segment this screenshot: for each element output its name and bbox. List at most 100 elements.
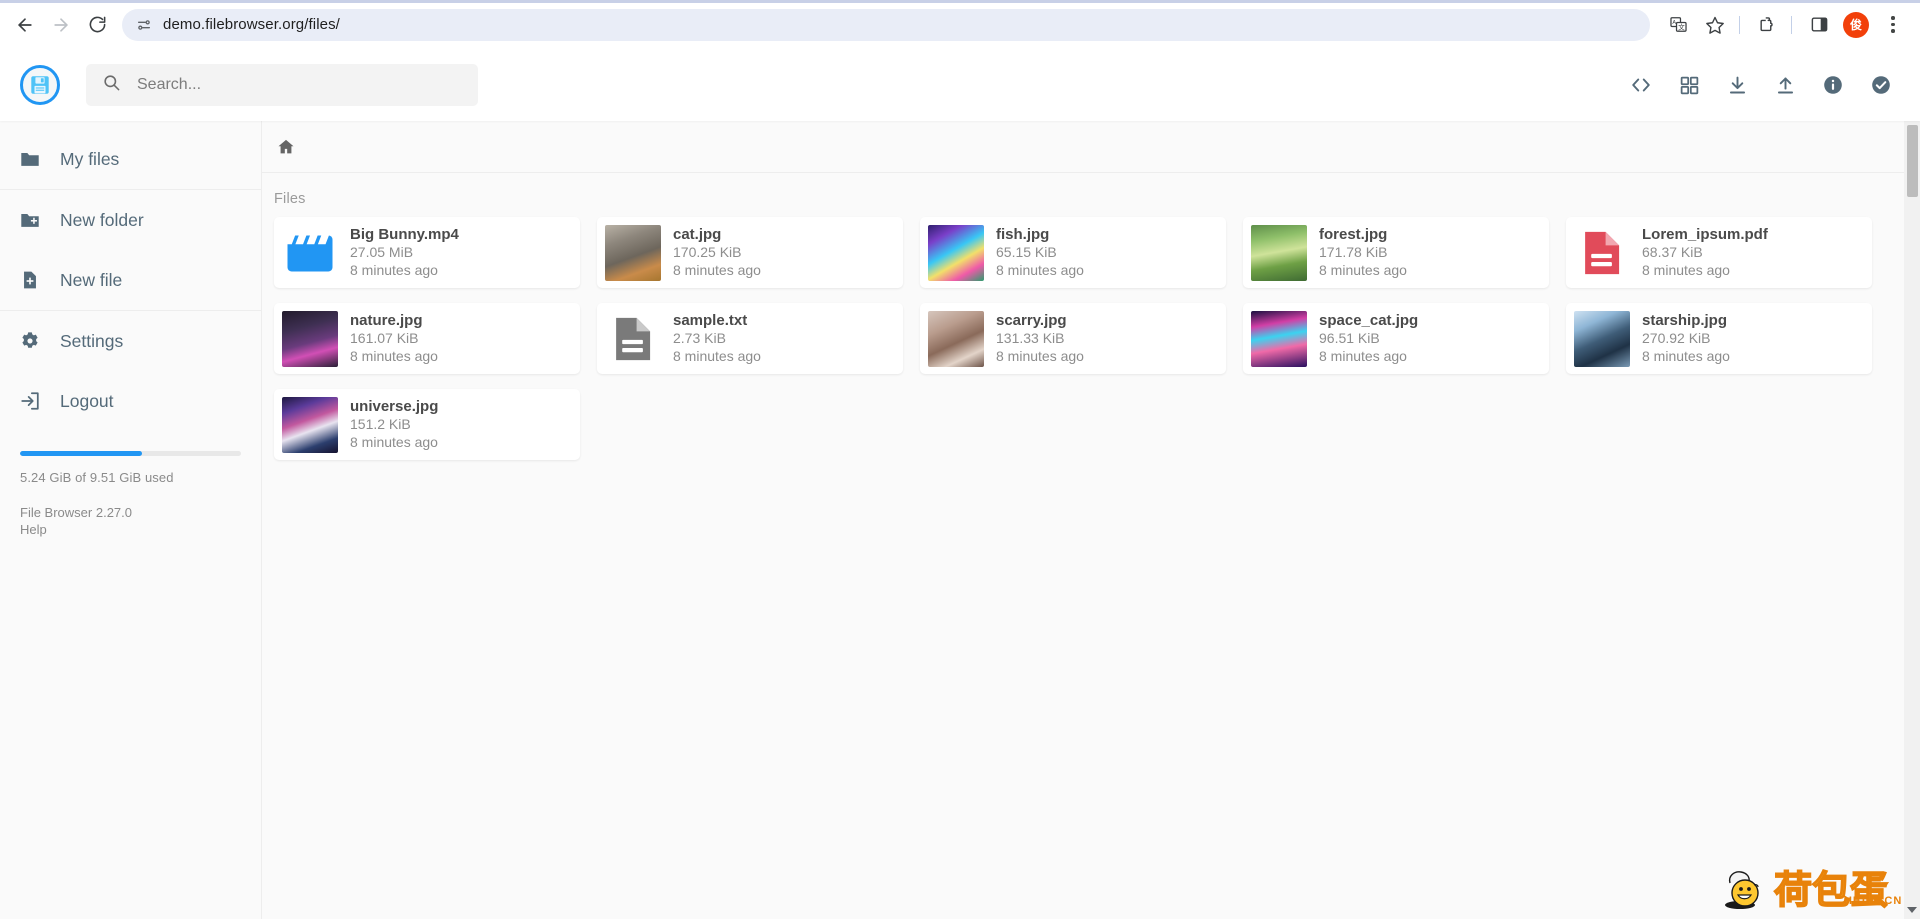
file-size: 27.05 MiB	[350, 244, 414, 261]
app-logo[interactable]	[14, 65, 66, 105]
file-modified-time: 8 minutes ago	[1642, 261, 1730, 278]
file-card[interactable]: forest.jpg 171.78 KiB 8 minutes ago	[1243, 217, 1549, 288]
site-settings-icon[interactable]	[136, 17, 152, 33]
page-scrollbar[interactable]	[1904, 49, 1920, 919]
file-name: scarry.jpg	[996, 311, 1067, 329]
sidebar: My files New folder New file Settings Logout…	[0, 121, 262, 919]
file-card[interactable]: nature.jpg 161.07 KiB 8 minutes ago	[274, 303, 580, 374]
app-body: My files New folder New file Settings Logout…	[0, 121, 1920, 919]
app-version: File Browser 2.27.0	[20, 505, 132, 520]
tab-strip-edge	[0, 0, 1920, 3]
toolbar-divider-2	[1791, 15, 1792, 34]
file-size: 151.2 KiB	[350, 416, 411, 433]
storage-bar-track	[20, 451, 241, 456]
search-placeholder: Search...	[137, 76, 202, 93]
back-arrow-icon[interactable]	[8, 8, 42, 42]
code-view-button[interactable]	[1628, 72, 1654, 98]
home-icon[interactable]	[272, 133, 300, 161]
file-name: Lorem_ipsum.pdf	[1642, 225, 1768, 243]
app-header: Search...	[0, 49, 1920, 121]
file-card[interactable]: Big Bunny.mp4 27.05 MiB 8 minutes ago	[274, 217, 580, 288]
file-name: sample.txt	[673, 311, 748, 329]
storage-usage-text: 5.24 GiB of 9.51 GiB used	[20, 470, 174, 485]
sidebar-item-settings[interactable]: Settings	[0, 311, 261, 371]
toolbar-divider	[1739, 15, 1740, 34]
search-input[interactable]: Search...	[86, 64, 478, 106]
file-card[interactable]: Lorem_ipsum.pdf 68.37 KiB 8 minutes ago	[1566, 217, 1872, 288]
download-icon[interactable]	[1724, 72, 1750, 98]
file-card[interactable]: fish.jpg 65.15 KiB 8 minutes ago	[920, 217, 1226, 288]
file-meta: nature.jpg 161.07 KiB 8 minutes ago	[350, 312, 438, 366]
file-modified-time: 8 minutes ago	[996, 347, 1084, 364]
search-icon	[102, 73, 121, 97]
image-thumbnail	[282, 396, 338, 453]
file-card[interactable]: starship.jpg 270.92 KiB 8 minutes ago	[1566, 303, 1872, 374]
translate-icon[interactable]: 文A	[1661, 8, 1695, 42]
image-thumbnail	[282, 310, 338, 367]
upload-icon[interactable]	[1772, 72, 1798, 98]
file-meta: scarry.jpg 131.33 KiB 8 minutes ago	[996, 312, 1084, 366]
image-thumbnail	[1251, 310, 1307, 367]
pdf-file-icon	[1574, 225, 1630, 281]
gear-icon	[18, 329, 42, 353]
file-modified-time: 8 minutes ago	[350, 261, 438, 278]
avatar[interactable]: 俊	[1839, 8, 1873, 42]
file-modified-time: 8 minutes ago	[1642, 347, 1730, 364]
grid-view-icon[interactable]	[1676, 72, 1702, 98]
file-card[interactable]: universe.jpg 151.2 KiB 8 minutes ago	[274, 389, 580, 460]
help-link[interactable]: Help	[20, 522, 241, 539]
file-name: forest.jpg	[1319, 225, 1388, 243]
file-card[interactable]: cat.jpg 170.25 KiB 8 minutes ago	[597, 217, 903, 288]
info-circle-icon[interactable]	[1820, 72, 1846, 98]
file-plus-icon	[18, 268, 42, 292]
puzzle-icon[interactable]	[1750, 8, 1784, 42]
reload-icon[interactable]	[80, 8, 114, 42]
sidebar-item-my-files[interactable]: My files	[0, 129, 261, 189]
file-modified-time: 8 minutes ago	[996, 261, 1084, 278]
logout-icon	[18, 389, 42, 413]
file-meta: universe.jpg 151.2 KiB 8 minutes ago	[350, 398, 438, 452]
file-size: 171.78 KiB	[1319, 244, 1388, 261]
file-name: nature.jpg	[350, 311, 423, 329]
files-section-label: Files	[274, 191, 306, 207]
sidebar-nav: My files New folder New file Settings Logout	[0, 129, 261, 431]
image-thumbnail	[928, 310, 984, 367]
file-meta: cat.jpg 170.25 KiB 8 minutes ago	[673, 226, 761, 280]
file-card[interactable]: scarry.jpg 131.33 KiB 8 minutes ago	[920, 303, 1226, 374]
file-size: 2.73 KiB	[673, 330, 726, 347]
sidebar-item-new-file[interactable]: New file	[0, 250, 261, 310]
sidebar-item-label: Settings	[60, 330, 124, 351]
file-modified-time: 8 minutes ago	[673, 347, 761, 364]
folder-icon	[18, 147, 42, 171]
file-card[interactable]: space_cat.jpg 96.51 KiB 8 minutes ago	[1243, 303, 1549, 374]
forward-arrow-icon[interactable]	[44, 8, 78, 42]
scroll-down-arrow-icon[interactable]	[1907, 907, 1917, 913]
svg-text:文: 文	[1678, 23, 1685, 32]
file-name: Big Bunny.mp4	[350, 225, 459, 243]
file-browser-app: Search... My files New folder New file S…	[0, 49, 1920, 919]
file-size: 161.07 KiB	[350, 330, 419, 347]
file-card[interactable]: sample.txt 2.73 KiB 8 minutes ago	[597, 303, 903, 374]
sidebar-item-new-folder[interactable]: New folder	[0, 190, 261, 250]
three-dot-menu-icon[interactable]	[1876, 8, 1910, 42]
file-name: fish.jpg	[996, 225, 1050, 243]
scrollbar-thumb[interactable]	[1907, 125, 1918, 197]
sidebar-item-label: My files	[60, 148, 120, 169]
file-name: space_cat.jpg	[1319, 311, 1419, 329]
video-clapper-icon	[282, 225, 338, 281]
sidebar-item-logout[interactable]: Logout	[0, 371, 261, 431]
browser-action-icons: 文A 俊	[1658, 8, 1910, 42]
address-bar[interactable]: demo.filebrowser.org/files/	[122, 8, 1650, 41]
side-panel-icon[interactable]	[1802, 8, 1836, 42]
star-icon[interactable]	[1698, 8, 1732, 42]
file-modified-time: 8 minutes ago	[1319, 347, 1407, 364]
file-name: starship.jpg	[1642, 311, 1728, 329]
file-meta: sample.txt 2.73 KiB 8 minutes ago	[673, 312, 761, 366]
check-circle-icon[interactable]	[1868, 72, 1894, 98]
file-meta: Big Bunny.mp4 27.05 MiB 8 minutes ago	[350, 226, 459, 280]
file-modified-time: 8 minutes ago	[673, 261, 761, 278]
file-size: 68.37 KiB	[1642, 244, 1703, 261]
url-text: demo.filebrowser.org/files/	[163, 16, 340, 33]
browser-chrome: demo.filebrowser.org/files/ 文A 俊	[0, 0, 1920, 49]
image-thumbnail	[605, 224, 661, 281]
